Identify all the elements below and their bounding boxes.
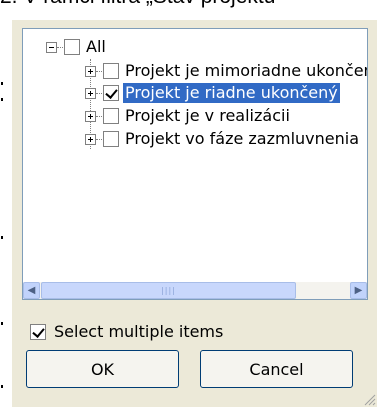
tree-node-label: Projekt je v realizácii bbox=[125, 106, 290, 125]
instruction-caption: 2. V ramci filtra „Stav projektu“ bbox=[0, 0, 377, 13]
tree-node-item[interactable]: Projekt je riadne ukončený bbox=[85, 82, 340, 104]
ok-button[interactable]: OK bbox=[26, 350, 179, 388]
expand-icon[interactable] bbox=[85, 110, 96, 122]
select-multiple-option[interactable]: Select multiple items bbox=[30, 322, 223, 341]
resize-grip-icon[interactable] bbox=[364, 394, 376, 406]
filter-dialog: All Projekt je mimoriadne ukončený Proje… bbox=[12, 20, 377, 407]
expand-icon[interactable] bbox=[85, 87, 96, 99]
scrollbar-thumb[interactable]: |||| bbox=[41, 282, 296, 299]
select-multiple-label: Select multiple items bbox=[54, 322, 224, 341]
tree-node-label: Projekt je riadne ukončený bbox=[123, 83, 340, 103]
item-checkbox[interactable] bbox=[103, 131, 119, 147]
margin-mark bbox=[1, 82, 3, 85]
arrow-right-icon[interactable]: ▶ bbox=[350, 282, 367, 299]
filter-tree-list[interactable]: All Projekt je mimoriadne ukončený Proje… bbox=[22, 28, 368, 300]
select-multiple-checkbox[interactable] bbox=[30, 323, 46, 340]
margin-mark bbox=[1, 322, 3, 325]
expand-icon[interactable] bbox=[85, 65, 96, 77]
item-checkbox[interactable] bbox=[103, 63, 119, 79]
tree-view: All Projekt je mimoriadne ukončený Proje… bbox=[23, 29, 367, 281]
tree-node-all[interactable]: All bbox=[46, 36, 108, 58]
cancel-button[interactable]: Cancel bbox=[200, 350, 353, 388]
grip-icon: |||| bbox=[161, 286, 176, 295]
tree-node-label: Projekt vo fáze zazmluvnenia bbox=[125, 129, 360, 148]
margin-mark bbox=[1, 98, 3, 101]
margin-mark bbox=[1, 236, 3, 239]
item-checkbox[interactable] bbox=[103, 85, 119, 101]
horizontal-scrollbar[interactable]: ◀ |||| ▶ bbox=[23, 282, 367, 299]
arrow-left-icon[interactable]: ◀ bbox=[23, 282, 40, 299]
margin-mark bbox=[1, 385, 3, 388]
expand-icon[interactable] bbox=[85, 133, 96, 145]
item-checkbox[interactable] bbox=[103, 108, 119, 124]
collapse-icon[interactable] bbox=[46, 41, 57, 53]
tree-node-label: Projekt je mimoriadne ukončený bbox=[125, 61, 367, 80]
tree-node-label: All bbox=[86, 37, 106, 56]
tree-node-item[interactable]: Projekt je v realizácii bbox=[85, 105, 292, 127]
tree-node-item[interactable]: Projekt je mimoriadne ukončený bbox=[85, 60, 367, 82]
tree-node-item[interactable]: Projekt vo fáze zazmluvnenia bbox=[85, 128, 361, 150]
checkbox-all[interactable] bbox=[64, 39, 80, 55]
